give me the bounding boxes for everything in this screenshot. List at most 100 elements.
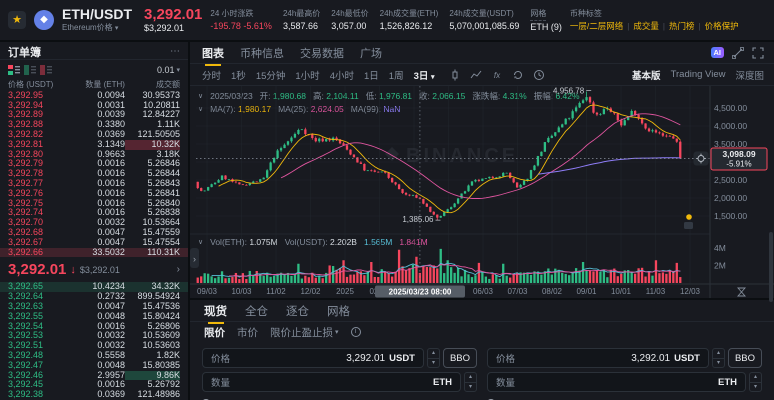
orderbook-mode-asks-icon[interactable] (40, 65, 52, 75)
svg-text:3,098.09: 3,098.09 (722, 149, 755, 159)
vertical-scrollbar[interactable] (769, 42, 774, 400)
binance-spot-trading-page: ★ ◆ ETH/USDT Ethereum价格 ▾ 3,292.01 $3,29… (0, 0, 774, 400)
scrollbar-thumb[interactable] (769, 232, 773, 302)
orderbook-mode-bids-icon[interactable] (24, 65, 36, 75)
svg-text:1,385.06: 1,385.06 (402, 215, 434, 224)
trade-tab-全仓[interactable]: 全仓 (245, 303, 268, 319)
view-mode-基本版[interactable]: 基本版 (632, 68, 661, 82)
stat-label: 24h成交量(ETH) (380, 8, 439, 20)
order-type-限价[interactable]: 限价 (204, 325, 225, 340)
chart-tab-币种信息[interactable]: 币种信息 (240, 45, 284, 61)
chart-tab-广场[interactable]: 广场 (360, 45, 382, 61)
svg-text:fx: fx (493, 71, 500, 80)
order-type-限价止盈止损[interactable]: 限价止盈止损 ▾ (270, 325, 339, 340)
ai-assistant-icon[interactable]: AI (711, 47, 725, 58)
amount-label: 数量 (496, 375, 515, 389)
fullscreen-icon[interactable] (752, 47, 764, 59)
svg-text:1,500.00: 1,500.00 (714, 211, 747, 221)
pair-selector[interactable]: ETH/USDT Ethereum价格 ▾ (62, 7, 132, 33)
eth-logo-icon: ◆ (34, 10, 54, 30)
svg-text:07/03: 07/03 (507, 287, 528, 296)
favorite-star-icon[interactable]: ★ (8, 11, 26, 29)
orderbook-asks: 3,292.950.009430.953733,292.940.003110.2… (0, 91, 188, 258)
bid-row[interactable]: 3,292.380.0369121.48986 (0, 390, 188, 400)
svg-text:4,956.78: 4,956.78 (553, 87, 585, 96)
crosshair-date-tag: 2025/03/23 08:00 (375, 286, 465, 298)
order-total: 121.48986 (125, 390, 180, 400)
trade-tab-逐仓[interactable]: 逐仓 (286, 303, 309, 319)
trade-tab-网格[interactable]: 网格 (327, 303, 350, 319)
line-chart-style-icon[interactable] (470, 69, 482, 81)
order-type-市价[interactable]: 市价 (237, 325, 258, 340)
ask-row[interactable]: 3,292.6633.5032110.31K (0, 248, 188, 258)
coin-tag-link[interactable]: 热门榜 (669, 20, 695, 32)
svg-text:4,500.00: 4,500.00 (714, 103, 747, 113)
indicators-icon[interactable]: fx (491, 69, 503, 81)
orderbook-last-price-row[interactable]: 3,292.01 ↓ $3,292.01 › (0, 257, 188, 282)
buy-bbo-button[interactable]: BBO (443, 348, 477, 368)
tag-separator: | (698, 22, 700, 31)
history-clock-icon[interactable] (533, 69, 545, 81)
view-mode-深度图[interactable]: 深度图 (735, 68, 764, 82)
svg-text:BINANCE: BINANCE (406, 145, 518, 167)
svg-text:10/03: 10/03 (231, 287, 252, 296)
price-unit: USDT (389, 353, 415, 364)
sell-amount-stepper[interactable]: ▴▾ (749, 372, 762, 392)
chart-canvas[interactable]: ∨2025/03/23开: 1,980.68高: 2,104.11低: 1,97… (190, 86, 774, 298)
tag-separator: | (627, 22, 629, 31)
trade-tab-现货[interactable]: 现货 (204, 303, 227, 319)
view-mode-Trading View[interactable]: Trading View (671, 69, 726, 80)
draw-tools-icon[interactable] (732, 47, 744, 59)
interval-1秒[interactable]: 1秒 (231, 68, 246, 82)
orderbook-last-price-usd: $3,292.01 (80, 265, 120, 275)
panel-expand-button[interactable]: › (190, 248, 199, 268)
svg-text:4,000.00: 4,000.00 (714, 121, 747, 131)
stat-label: 24h成交量(USDT) (449, 8, 519, 20)
orderbook-title: 订单簿 (8, 44, 41, 60)
svg-text:12/02: 12/02 (300, 287, 321, 296)
coin-tag-link[interactable]: 价格保护 (705, 20, 739, 32)
orderbook-menu-icon[interactable]: ⋯ (170, 46, 180, 57)
buy-amount-field[interactable]: 数量ETH (202, 372, 461, 392)
interval-15分钟[interactable]: 15分钟 (256, 68, 286, 82)
pair-subtitle: Ethereum价格 ▾ (62, 22, 132, 33)
ticker-stat: 24h最低价3,057.00 (331, 8, 368, 32)
orderbook-mode-both-icon[interactable] (8, 65, 20, 75)
stat-value: -195.78 -5.61% (210, 20, 272, 32)
interval-selected[interactable]: 3日 ▾ (414, 68, 435, 82)
interval-1小时[interactable]: 1小时 (295, 68, 319, 82)
compare-loop-icon[interactable] (512, 69, 524, 81)
interval-分时[interactable]: 分时 (202, 68, 221, 82)
sell-bbo-button[interactable]: BBO (728, 348, 762, 368)
interval-1日[interactable]: 1日 (364, 68, 379, 82)
chart-tab-交易数据[interactable]: 交易数据 (300, 45, 344, 61)
pair-name: ETH/USDT (62, 7, 132, 22)
precision-dropdown[interactable]: 0.01 ▾ (157, 65, 180, 75)
buy-price-field[interactable]: 价格3,292.01USDT (202, 348, 424, 368)
ticker-stat: 网格ETH (9) (530, 8, 562, 33)
coin-tags-label: 币种标签 (570, 8, 739, 20)
price-label: 价格 (496, 351, 515, 365)
interval-4小时[interactable]: 4小时 (330, 68, 354, 82)
chevron-right-icon[interactable]: › (177, 264, 180, 275)
sell-price-field[interactable]: 价格3,292.01USDT (487, 348, 709, 368)
candlestick-style-icon[interactable] (449, 69, 461, 81)
coin-tag-link[interactable]: 成交量 (633, 20, 659, 32)
svg-text:12/03: 12/03 (680, 287, 701, 296)
sell-amount-field[interactable]: 数量ETH (487, 372, 746, 392)
chart-tab-图表[interactable]: 图表 (202, 45, 224, 61)
coin-tags-block: 币种标签 一层/二层网络|成交量|热门榜|价格保护 (570, 8, 739, 32)
orderbook-column-headers: 价格 (USDT)数量 (ETH)成交额 (0, 77, 188, 90)
trade-panel: 现货全仓逐仓网格 限价市价限价止盈止损 ▾i 价格3,292.01USDT▴▾B… (190, 300, 774, 400)
coin-tag-link[interactable]: 一层/二层网络 (570, 20, 623, 32)
svg-text:2025: 2025 (336, 287, 354, 296)
buy-amount-stepper[interactable]: ▴▾ (464, 372, 477, 392)
chart-panel: 图表币种信息交易数据广场 AI 分时 1秒 15分钟 1小时 4小时 1日 1周 3日 ▾ fx… (190, 42, 774, 298)
buy-price-stepper[interactable]: ▴▾ (427, 348, 440, 368)
sell-price-stepper[interactable]: ▴▾ (712, 348, 725, 368)
interval-1周[interactable]: 1周 (389, 68, 404, 82)
stat-value: ETH (9) (530, 21, 562, 33)
last-price-block: 3,292.01 $3,292.01 (144, 7, 202, 33)
order-total: 110.31K (125, 248, 180, 258)
timezone-hourglass-icon[interactable] (738, 288, 745, 296)
